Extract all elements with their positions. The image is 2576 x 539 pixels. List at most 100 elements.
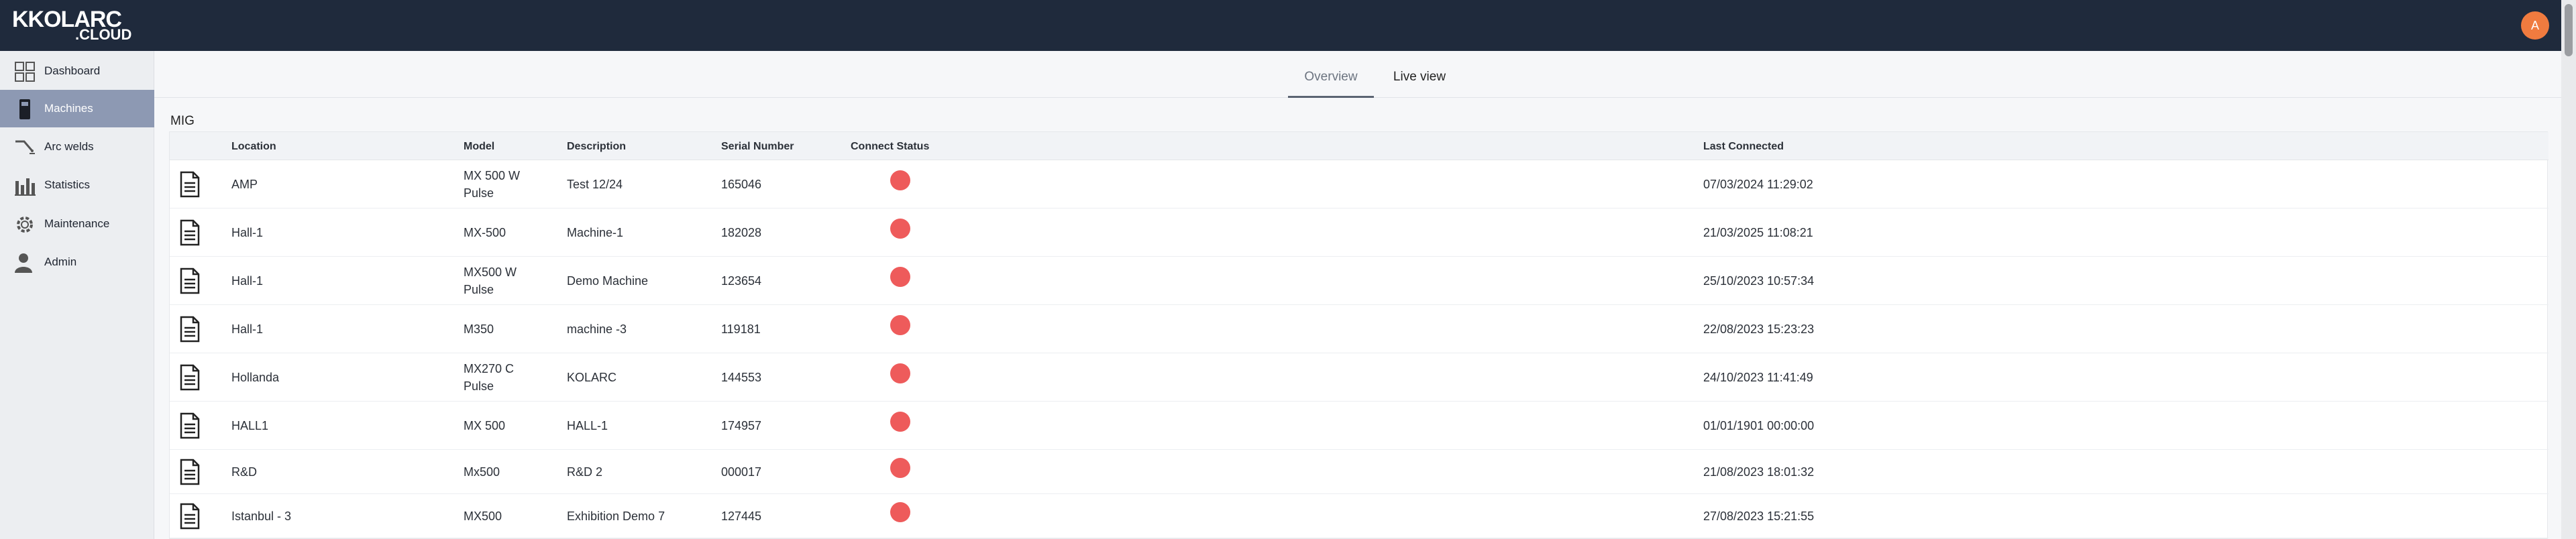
cell-last-connected: 25/10/2023 10:57:34 [1703,274,1815,288]
gear-icon [17,217,33,233]
sidebar-item-maintenance[interactable]: Maintenance [0,205,154,243]
cell-model: MX500 W [464,265,517,279]
sidebar-label: Machines [44,102,93,115]
col-serial-number[interactable]: Serial Number [721,141,794,153]
cell-last-connected: 01/01/1901 00:00:00 [1703,419,1815,432]
cell-location: Hall-1 [231,322,264,336]
table-row[interactable]: Hall-1 M350 machine -3 119181 22/08/2023 15:… [170,305,2548,353]
connect-status-indicator [890,458,910,478]
col-location[interactable]: Location [231,141,276,153]
user-icon [15,253,32,273]
logo-sub-text: .CLOUD [75,26,132,43]
cell-description: HALL-1 [567,419,608,432]
col-last-connected[interactable]: Last Connected [1703,141,1784,153]
section-title: MIG [170,114,195,128]
connect-status-indicator [890,267,910,287]
sidebar: Dashboard Machines Arc welds Statistics [0,51,154,539]
connect-status-indicator [890,315,910,335]
table-header: Location Model Description Serial Number… [170,132,2548,160]
document-icon[interactable] [179,364,201,391]
cell-last-connected: 22/08/2023 15:23:23 [1703,322,1815,336]
cell-last-connected: 21/08/2023 18:01:32 [1703,465,1815,479]
cell-location: Hall-1 [231,226,264,239]
cell-location: Hollanda [231,371,280,384]
cell-description: Demo Machine [567,274,649,288]
connect-status-indicator [890,170,910,190]
cell-description: Test 12/24 [567,178,623,191]
document-icon[interactable] [179,316,201,343]
cell-model: M350 [464,322,494,336]
document-icon[interactable] [179,459,201,485]
main-content: Overview Live view MIG Location Model De… [154,51,2561,539]
bar-chart-icon [15,178,36,196]
cell-location: HALL1 [231,419,269,432]
cell-serial-number: 123654 [721,274,762,288]
welding-torch-icon [15,140,35,154]
sidebar-label: Admin [44,255,77,268]
cell-serial-number: 165046 [721,178,762,191]
connect-status-indicator [890,219,910,239]
tab-bar: Overview Live view [154,51,2561,98]
cell-serial-number: 182028 [721,226,762,239]
sidebar-item-dashboard[interactable]: Dashboard [0,52,154,90]
col-model[interactable]: Model [464,141,494,153]
document-icon[interactable] [179,412,201,439]
document-icon[interactable] [179,219,201,246]
cell-serial-number: 000017 [721,465,762,479]
cell-description: Exhibition Demo 7 [567,510,665,523]
tab-live-view[interactable]: Live view [1379,70,1460,98]
table-row[interactable]: R&D Mx500 R&D 2 000017 21/08/2023 18:01:32 [170,450,2548,494]
sidebar-item-machines[interactable]: Machines [0,90,154,127]
user-avatar[interactable]: A [2521,11,2549,40]
cell-model: MX270 C [464,362,515,375]
table-row[interactable]: AMP MX 500 W Pulse Test 12/24 165046 07/03/20… [170,160,2548,208]
cell-description: machine -3 [567,322,627,336]
connect-status-indicator [890,363,910,383]
document-icon[interactable] [179,171,201,198]
tab-overview[interactable]: Overview [1288,70,1374,98]
table-row[interactable]: Istanbul - 3 MX500 Exhibition Demo 7 127445… [170,494,2548,538]
cell-model-line2: Pulse [464,283,494,296]
machine-icon [19,99,30,119]
sidebar-item-arc-welds[interactable]: Arc welds [0,128,154,166]
dashboard-grid-icon [15,62,35,82]
cell-model-line2: Pulse [464,379,494,393]
sidebar-label: Maintenance [44,217,110,230]
table-row[interactable]: HALL1 MX 500 HALL-1 174957 01/01/1901 00:00:… [170,402,2548,450]
cell-model-line2: Pulse [464,186,494,200]
connect-status-indicator [890,412,910,432]
sidebar-item-statistics[interactable]: Statistics [0,166,154,204]
cell-model: MX 500 W [464,169,521,182]
sidebar-label: Dashboard [44,64,101,77]
sidebar-item-admin[interactable]: Admin [0,243,154,281]
cell-model: MX 500 [464,419,506,432]
scrollbar-thumb[interactable] [2565,4,2573,56]
page-scrollbar[interactable] [2561,0,2576,539]
top-bar: KKOLARC .CLOUD A [0,0,2561,51]
cell-last-connected: 24/10/2023 11:41:49 [1703,371,1813,384]
sidebar-label: Statistics [44,178,91,191]
sidebar-label: Arc welds [44,140,94,153]
col-connect-status[interactable]: Connect Status [851,141,929,153]
col-description[interactable]: Description [567,141,626,153]
cell-last-connected: 27/08/2023 15:21:55 [1703,510,1815,523]
cell-description: R&D 2 [567,465,603,479]
document-icon[interactable] [179,503,201,530]
table-row[interactable]: Hollanda MX270 C Pulse KOLARC 144553 24/10/20… [170,353,2548,402]
cell-location: Hall-1 [231,274,264,288]
cell-model: Mx500 [464,465,500,479]
cell-last-connected: 21/03/2025 11:08:21 [1703,226,1813,239]
cell-serial-number: 144553 [721,371,762,384]
cell-description: KOLARC [567,371,617,384]
cell-model: MX-500 [464,226,506,239]
document-icon[interactable] [179,267,201,294]
cell-serial-number: 174957 [721,419,762,432]
machines-table: Location Model Description Serial Number… [169,131,2548,539]
cell-location: R&D [231,465,258,479]
cell-location: AMP [231,178,258,191]
cell-description: Machine-1 [567,226,624,239]
table-row[interactable]: Hall-1 MX500 W Pulse Demo Machine 123654 25/1… [170,257,2548,305]
connect-status-indicator [890,502,910,522]
kolarc-logo[interactable]: KKOLARC .CLOUD [12,8,140,43]
table-row[interactable]: Hall-1 MX-500 Machine-1 182028 21/03/2025 11… [170,208,2548,257]
